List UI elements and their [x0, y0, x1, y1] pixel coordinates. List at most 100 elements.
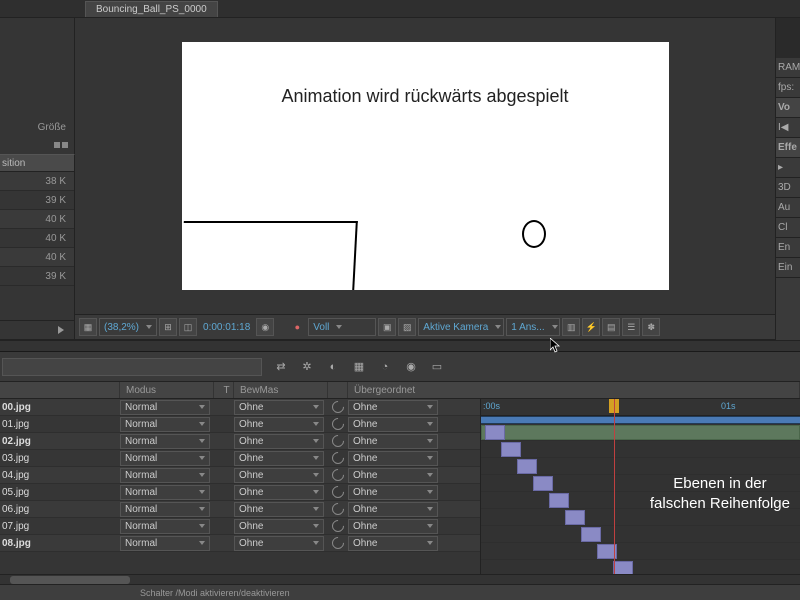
track-matte-dropdown[interactable]: Ohne	[234, 417, 324, 432]
blend-mode-dropdown[interactable]: Normal	[120, 485, 210, 500]
flowchart-button[interactable]: ☰	[622, 318, 640, 336]
effects-category[interactable]: En	[776, 238, 800, 258]
effects-category[interactable]: 3D	[776, 178, 800, 198]
blend-mode-dropdown[interactable]: Normal	[120, 451, 210, 466]
layer-clip[interactable]	[501, 442, 521, 457]
track-matte-dropdown[interactable]: Ohne	[234, 519, 324, 534]
parent-dropdown[interactable]: Ohne	[348, 400, 438, 415]
size-row[interactable]: 40 K	[0, 248, 74, 267]
track-matte-dropdown[interactable]: Ohne	[234, 434, 324, 449]
channel-button[interactable]: ●	[288, 318, 306, 336]
col-mode[interactable]: Modus	[120, 382, 214, 398]
layer-clip[interactable]	[613, 561, 633, 574]
layer-row[interactable]: 07.jpgNormalOhneOhne	[0, 518, 480, 535]
parent-pickwhip[interactable]	[328, 537, 348, 549]
blend-mode-dropdown[interactable]: Normal	[120, 417, 210, 432]
parent-pickwhip[interactable]	[328, 435, 348, 447]
parent-pickwhip[interactable]	[328, 486, 348, 498]
layer-row[interactable]: 01.jpgNormalOhneOhne	[0, 416, 480, 433]
safe-zones-button[interactable]: ⊞	[159, 318, 177, 336]
col-trackmatte[interactable]: BewMas	[234, 382, 328, 398]
parent-dropdown[interactable]: Ohne	[348, 468, 438, 483]
parent-pickwhip[interactable]	[328, 503, 348, 515]
graph-editor-icon[interactable]: ◉	[402, 358, 420, 376]
parent-pickwhip[interactable]	[328, 418, 348, 430]
parent-dropdown[interactable]: Ohne	[348, 434, 438, 449]
composition-canvas[interactable]: Animation wird rückwärts abgespielt	[182, 42, 669, 290]
panel-separator[interactable]	[0, 340, 800, 352]
parent-pickwhip[interactable]	[328, 401, 348, 413]
parent-dropdown[interactable]: Ohne	[348, 502, 438, 517]
parent-dropdown[interactable]: Ohne	[348, 519, 438, 534]
parent-pickwhip[interactable]	[328, 469, 348, 481]
layer-clip[interactable]	[581, 527, 601, 542]
size-row[interactable]: 40 K	[0, 210, 74, 229]
zoom-dropdown[interactable]: (38,2%)	[99, 318, 157, 336]
effects-category[interactable]: Au	[776, 198, 800, 218]
parent-pickwhip[interactable]	[328, 520, 348, 532]
timeline-footer[interactable]: Schalter /Modi aktivieren/deaktivieren	[0, 584, 800, 600]
track-matte-dropdown[interactable]: Ohne	[234, 468, 324, 483]
layer-clip[interactable]	[517, 459, 537, 474]
parent-dropdown[interactable]: Ohne	[348, 417, 438, 432]
size-row[interactable]: 39 K	[0, 191, 74, 210]
motion-blur-icon[interactable]: ◐	[324, 358, 342, 376]
col-parent[interactable]: Übergeordnet	[348, 382, 800, 398]
time-ruler[interactable]: :00s 01s	[481, 399, 800, 416]
blend-mode-dropdown[interactable]: Normal	[120, 400, 210, 415]
layer-row[interactable]: 08.jpgNormalOhneOhne	[0, 535, 480, 552]
draft3d-icon[interactable]: ▭	[428, 358, 446, 376]
layer-clip[interactable]	[533, 476, 553, 491]
comp-tab[interactable]: Bouncing_Ball_PS_0000	[85, 1, 218, 17]
track-matte-dropdown[interactable]: Ohne	[234, 400, 324, 415]
effects-category[interactable]: Cl	[776, 218, 800, 238]
track-row[interactable]	[481, 475, 800, 492]
parent-dropdown[interactable]: Ohne	[348, 451, 438, 466]
layer-clip[interactable]	[485, 425, 505, 440]
mask-toggle-button[interactable]: ◫	[179, 318, 197, 336]
effects-category[interactable]: ▸	[776, 158, 800, 178]
parent-dropdown[interactable]: Ohne	[348, 536, 438, 551]
shy-icon[interactable]: ⇄	[272, 358, 290, 376]
track-matte-dropdown[interactable]: Ohne	[234, 502, 324, 517]
layer-row[interactable]: 00.jpgNormalOhneOhne	[0, 399, 480, 416]
current-time[interactable]: 0:00:01:18	[199, 322, 254, 333]
blend-mode-dropdown[interactable]: Normal	[120, 468, 210, 483]
track-row[interactable]	[481, 424, 800, 441]
grid-toggle-button[interactable]: ▦	[79, 318, 97, 336]
track-row[interactable]	[481, 458, 800, 475]
blend-mode-dropdown[interactable]: Normal	[120, 536, 210, 551]
views-dropdown[interactable]: 1 Ans...	[506, 318, 560, 336]
layer-clip[interactable]	[481, 425, 800, 440]
col-t[interactable]: T	[214, 382, 234, 398]
effects-panel-header[interactable]: Effe	[776, 138, 800, 158]
track-row[interactable]	[481, 543, 800, 560]
work-area-bar[interactable]	[481, 416, 800, 424]
snapshot-button[interactable]: ◉	[256, 318, 274, 336]
layer-clip[interactable]	[565, 510, 585, 525]
layer-clip[interactable]	[549, 493, 569, 508]
size-row[interactable]: 39 K	[0, 267, 74, 286]
adjustment-icon[interactable]: ◔	[376, 358, 394, 376]
layer-row[interactable]: 06.jpgNormalOhneOhne	[0, 501, 480, 518]
size-row[interactable]: 38 K	[0, 172, 74, 191]
track-row[interactable]	[481, 526, 800, 543]
roi-button[interactable]: ▣	[378, 318, 396, 336]
position-header[interactable]: sition	[0, 154, 75, 172]
frame-blend-icon[interactable]: ✲	[298, 358, 316, 376]
track-row[interactable]	[481, 441, 800, 458]
timeline-button[interactable]: ▤	[602, 318, 620, 336]
layer-row[interactable]: 04.jpgNormalOhneOhne	[0, 467, 480, 484]
preview-panel-header[interactable]: Vo	[776, 98, 800, 118]
work-area[interactable]	[481, 417, 800, 423]
track-row[interactable]	[481, 509, 800, 526]
play-preview-button[interactable]	[0, 320, 75, 340]
track-matte-dropdown[interactable]: Ohne	[234, 536, 324, 551]
transparency-grid-button[interactable]: ▨	[398, 318, 416, 336]
timeline-tracks[interactable]: :00s 01s Ebenen in derfalschen Reihenfol…	[480, 399, 800, 574]
size-row[interactable]: 40 K	[0, 229, 74, 248]
parent-dropdown[interactable]: Ohne	[348, 485, 438, 500]
goto-start-button[interactable]: I◀	[776, 118, 800, 138]
timeline-h-scroll[interactable]	[0, 574, 800, 584]
exposure-button[interactable]: ✽	[642, 318, 660, 336]
